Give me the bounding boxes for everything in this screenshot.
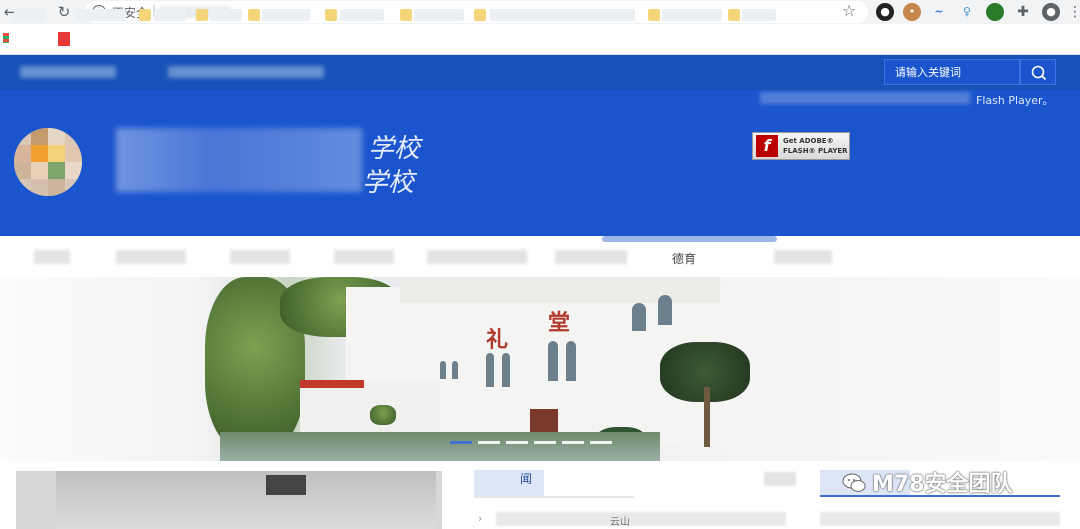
watermark-text: M78安全团队: [872, 472, 1013, 497]
extension-icon[interactable]: ~: [930, 3, 948, 21]
news-tab-label[interactable]: 闻: [520, 470, 532, 487]
window: [658, 295, 672, 325]
flash-line-1: Get ADOBE®: [783, 137, 834, 145]
slider-indicators: [450, 433, 618, 447]
news-divider: [474, 496, 634, 498]
profile-icon[interactable]: ●: [1042, 3, 1060, 21]
school-name-cn: 学校: [368, 134, 421, 164]
bookmark-item[interactable]: [14, 9, 46, 21]
nav-active-indicator: [602, 236, 777, 242]
small-tree: [370, 405, 396, 425]
bookmark-item[interactable]: [76, 9, 126, 21]
search-icon: [1031, 65, 1047, 81]
nav-item[interactable]: [555, 250, 627, 264]
window: [452, 361, 458, 379]
window: [440, 361, 446, 379]
slider-dot[interactable]: [562, 441, 584, 444]
palm-trunk: [704, 387, 710, 447]
hall-roof: [400, 277, 720, 303]
nav-item-moral-education[interactable]: 德育: [672, 250, 696, 267]
photo-ceiling: [56, 471, 436, 529]
folder-icon[interactable]: [648, 9, 660, 21]
window: [548, 341, 558, 381]
flash-notice-blur: [760, 92, 970, 104]
notice-item[interactable]: [820, 512, 1060, 526]
hall-side-roof: [300, 380, 364, 388]
bookmark-item[interactable]: [662, 9, 722, 21]
extensions-icon[interactable]: ✚: [1014, 3, 1032, 21]
news-item-suffix[interactable]: 云山: [610, 513, 630, 528]
window: [632, 303, 646, 331]
nav-item[interactable]: [230, 250, 290, 264]
folder-icon[interactable]: [248, 9, 260, 21]
folder-icon[interactable]: [728, 9, 740, 21]
cookie-icon[interactable]: •: [903, 3, 921, 21]
reload-icon[interactable]: ↻: [54, 2, 74, 22]
school-name-en: 学校: [362, 168, 415, 198]
menu-icon[interactable]: ⋮: [1068, 4, 1080, 20]
bookmark-item[interactable]: [340, 9, 384, 21]
top-link[interactable]: [168, 66, 324, 78]
bookmark-favicon[interactable]: [58, 32, 70, 46]
search-input[interactable]: 请输入关键词: [884, 59, 1020, 85]
slider-dot[interactable]: [478, 441, 500, 444]
news-tab[interactable]: [474, 470, 544, 496]
hall-sign-char: 礼: [486, 327, 509, 353]
folder-icon[interactable]: [400, 9, 412, 21]
folder-icon[interactable]: [325, 9, 337, 21]
bookmark-item[interactable]: [414, 9, 464, 21]
get-flash-player-button[interactable]: f Get ADOBE® FLASH® PLAYER: [752, 132, 850, 160]
top-link[interactable]: [20, 66, 116, 78]
star-icon[interactable]: ☆: [842, 1, 856, 20]
featured-photo[interactable]: [16, 471, 442, 529]
folder-icon[interactable]: [139, 9, 151, 21]
school-logo: [14, 128, 82, 196]
chevron-right-icon: ›: [478, 512, 483, 525]
window: [486, 353, 494, 387]
hall-sign-char: 堂: [548, 310, 571, 336]
nav-item[interactable]: [116, 250, 186, 264]
news-item-title[interactable]: [496, 512, 786, 526]
photo-lamp: [266, 475, 306, 495]
folder-icon[interactable]: [474, 9, 486, 21]
slider-dot[interactable]: [506, 441, 528, 444]
pin-icon[interactable]: ♀: [958, 3, 976, 21]
nav-item[interactable]: [334, 250, 394, 264]
flash-line-2: FLASH® PLAYER: [783, 147, 848, 155]
bookmark-item[interactable]: [742, 9, 776, 21]
news-more-link[interactable]: [764, 472, 796, 486]
slider-dot-active[interactable]: [450, 441, 472, 444]
slider-dot[interactable]: [534, 441, 556, 444]
nav-item[interactable]: [34, 250, 70, 264]
apps-icon[interactable]: [3, 33, 9, 43]
bookmark-item[interactable]: [262, 9, 310, 21]
extension-icon[interactable]: [986, 3, 1004, 21]
flash-icon: f: [756, 135, 778, 157]
bookmark-item[interactable]: [490, 9, 635, 21]
folder-icon[interactable]: [196, 9, 208, 21]
bookmarks-bar: [0, 24, 1080, 55]
nav-item[interactable]: [427, 250, 527, 264]
nav-item[interactable]: [774, 250, 832, 264]
flash-notice: Flash Player。: [976, 94, 1054, 107]
wechat-icon: [842, 473, 866, 492]
school-name-blurred: [116, 128, 362, 192]
window: [566, 341, 576, 381]
bookmark-item[interactable]: [154, 9, 186, 21]
window: [502, 353, 510, 387]
bookmark-item[interactable]: [210, 9, 242, 21]
search-button[interactable]: [1020, 59, 1056, 85]
slider-dot[interactable]: [590, 441, 612, 444]
extension-icon[interactable]: ●: [876, 3, 894, 21]
